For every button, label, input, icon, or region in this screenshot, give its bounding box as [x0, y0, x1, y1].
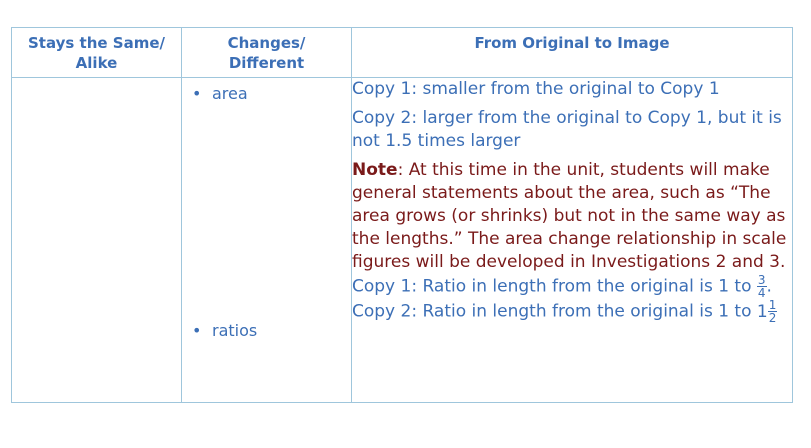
note-text: : At this time in the unit, students wil… [352, 160, 787, 272]
fraction-three-fourths: 34 [756, 274, 767, 300]
header-changes-line2: Different [228, 54, 305, 72]
copy2-area-text: Copy 2: larger from the original to Copy… [352, 108, 782, 151]
note-paragraph: Note: At this time in the unit, students… [352, 159, 792, 274]
copy1-area-text: Copy 1: smaller from the original to Cop… [352, 79, 720, 99]
changes-area-label: area [212, 84, 248, 103]
copy1-ratio-prefix: Copy 1: Ratio in length from the origina… [352, 276, 752, 297]
header-changes: Changes/ Different [181, 27, 352, 78]
list-item-area: • area [182, 83, 351, 105]
list-item-ratios: • ratios [182, 320, 351, 342]
copy1-ratio-end: . [766, 276, 772, 297]
header-stays-same-line1: Stays the Same/ [27, 34, 165, 52]
changes-cell: • area • ratios [181, 77, 352, 403]
fraction-denominator: 2 [768, 311, 777, 325]
changes-ratios-label: ratios [212, 321, 258, 340]
mixed-number: 112 [756, 299, 778, 325]
fraction-one-half: 12 [767, 299, 778, 325]
header-stays-same-line2: Alike [75, 54, 118, 72]
header-original-to-image-text: From Original to Image [474, 34, 670, 52]
header-stays-same: Stays the Same/ Alike [11, 27, 182, 78]
stays-same-cell [11, 77, 182, 403]
bullet-glyph: • [192, 321, 202, 340]
copy2-ratio-text: Copy 2: Ratio in length from the origina… [352, 299, 792, 324]
header-changes-line1: Changes/ [227, 34, 306, 52]
bullet-glyph: • [192, 84, 202, 103]
mixed-number-whole: 1 [756, 301, 768, 322]
header-original-to-image: From Original to Image [351, 27, 793, 78]
header-row: Stays the Same/ Alike Changes/ Different… [11, 27, 793, 78]
table-row: • area • ratios Copy 1: smaller from the… [11, 77, 793, 403]
note-label: Note [352, 160, 398, 180]
copy1-ratio-text: Copy 1: Ratio in length from the origina… [352, 274, 792, 299]
copy2-ratio-prefix: Copy 2: Ratio in length from the origina… [352, 301, 752, 322]
comparison-table: Stays the Same/ Alike Changes/ Different… [11, 27, 793, 403]
original-to-image-cell: Copy 1: smaller from the original to Cop… [351, 77, 793, 403]
fraction-denominator: 4 [757, 286, 766, 300]
